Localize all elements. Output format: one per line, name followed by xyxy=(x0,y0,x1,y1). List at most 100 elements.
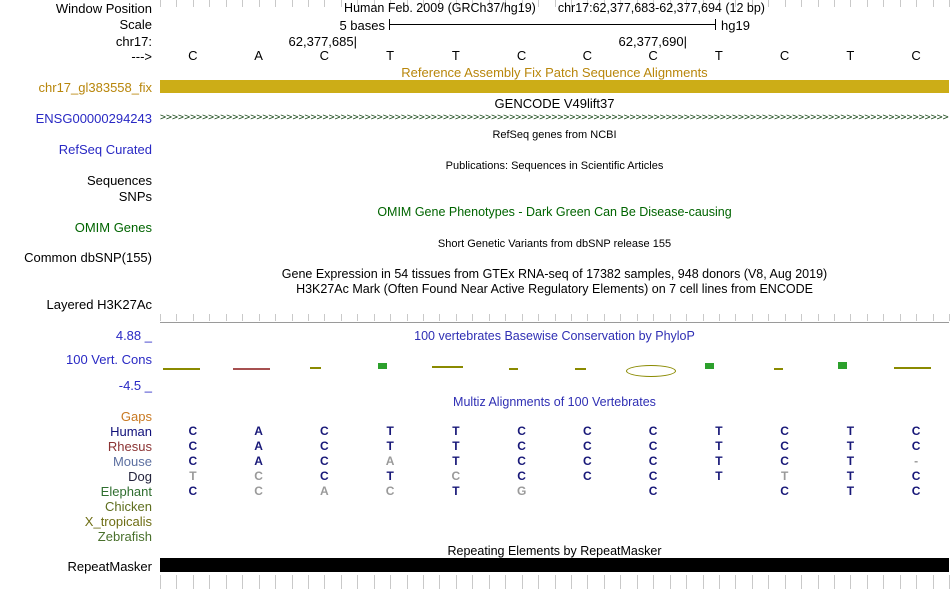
alignment-base xyxy=(752,529,818,544)
alignment-base: C xyxy=(648,454,658,468)
scale-value: 5 bases xyxy=(339,18,385,33)
reference-base: C xyxy=(319,48,330,63)
alignment-base: T xyxy=(452,439,460,453)
track-left-label[interactable]: Common dbSNP(155) xyxy=(0,251,152,264)
alignment-base: T xyxy=(386,469,394,483)
alignment-base: G xyxy=(516,484,527,498)
species-label[interactable]: Human xyxy=(0,425,152,438)
reference-base: C xyxy=(188,48,198,63)
alignment-row-dog: TCCTCCCCTTTC xyxy=(160,469,949,484)
reference-base: A xyxy=(254,48,263,63)
repeatmasker-title[interactable]: Repeating Elements by RepeatMasker xyxy=(160,545,949,558)
alignment-base: T xyxy=(846,454,855,468)
track-left-label[interactable]: OMIM Genes xyxy=(0,221,152,234)
ruler-tick xyxy=(225,314,227,321)
ruler-tick xyxy=(718,314,720,321)
track-left-label[interactable]: RefSeq Curated xyxy=(0,143,152,156)
alignment-base: T xyxy=(452,424,460,438)
gtex-title[interactable]: Gene Expression in 54 tissues from GTEx … xyxy=(160,268,949,281)
alignment-base: C xyxy=(320,439,329,453)
ruler-tick xyxy=(718,575,720,589)
alignment-base: A xyxy=(254,424,263,438)
multiz-title[interactable]: Multiz Alignments of 100 Vertebrates xyxy=(160,396,949,409)
alignment-base xyxy=(489,499,555,514)
track-left-label[interactable]: -4.5 _ xyxy=(0,379,152,392)
gencode-gene-bar[interactable]: >>>>>>>>>>>>>>>>>>>>>>>>>>>>>>>>>>>>>>>>… xyxy=(160,111,949,124)
fix-patch-title[interactable]: Reference Assembly Fix Patch Sequence Al… xyxy=(160,66,949,79)
ruler-tick xyxy=(653,314,655,321)
ruler-tick xyxy=(554,314,556,321)
ruler-tick xyxy=(192,314,194,321)
alignment-base: T xyxy=(846,424,855,438)
alignment-base xyxy=(883,529,949,544)
assembly-title: Human Feb. 2009 (GRCh37/hg19) xyxy=(344,1,536,15)
track-left-label[interactable]: Sequences xyxy=(0,174,152,187)
track-left-label[interactable]: ---> xyxy=(0,50,152,63)
phylop-title[interactable]: 100 vertebrates Basewise Conservation by… xyxy=(160,330,949,343)
track-left-label[interactable]: Window Position xyxy=(0,2,152,15)
fix-patch-bar[interactable] xyxy=(160,80,949,93)
phylop-mark xyxy=(575,368,586,370)
dbsnp-title[interactable]: Short Genetic Variants from dbSNP releas… xyxy=(160,238,949,251)
phylop-mark xyxy=(838,362,847,369)
alignment-row-zebrafish xyxy=(160,529,949,544)
species-label[interactable]: Chicken xyxy=(0,500,152,513)
species-label[interactable]: Mouse xyxy=(0,455,152,468)
ruler-tick xyxy=(472,575,474,589)
ruler-tick xyxy=(307,314,309,321)
alignment-base xyxy=(818,499,884,514)
track-left-label[interactable]: RepeatMasker xyxy=(0,560,152,573)
track-left-label[interactable]: ENSG00000294243 xyxy=(0,112,152,125)
alignment-base xyxy=(160,529,226,544)
ruler-tick xyxy=(916,314,918,321)
ruler-tick xyxy=(686,575,688,589)
alignment-base: T xyxy=(715,424,723,438)
reference-base: C xyxy=(516,48,527,63)
alignment-base: T xyxy=(386,424,394,438)
species-label[interactable]: X_tropicalis xyxy=(0,515,152,528)
phylop-mark xyxy=(705,363,714,369)
alignment-row-x_tropicalis xyxy=(160,514,949,529)
species-label[interactable]: Elephant xyxy=(0,485,152,498)
ruler-tick xyxy=(291,575,293,589)
track-left-label[interactable]: Layered H3K27Ac xyxy=(0,298,152,311)
alignment-base: C xyxy=(517,469,526,483)
ruler-tick xyxy=(587,575,589,589)
species-label[interactable]: Zebrafish xyxy=(0,530,152,543)
ruler-tick xyxy=(620,314,622,321)
track-left-label[interactable]: chr17: xyxy=(0,35,152,48)
track-left-label[interactable]: Scale xyxy=(0,18,152,31)
ruler-tick xyxy=(735,575,737,589)
gencode-title[interactable]: GENCODE V49lift37 xyxy=(160,97,949,110)
ruler-tick xyxy=(801,575,803,589)
genome-browser-image[interactable]: Human Feb. 2009 (GRCh37/hg19) chr17:62,3… xyxy=(0,0,950,590)
alignment-base: C xyxy=(385,484,395,498)
omim-title[interactable]: OMIM Gene Phenotypes - Dark Green Can Be… xyxy=(160,206,949,219)
alignment-base xyxy=(686,499,752,514)
alignment-base xyxy=(226,514,292,529)
ruler-tick xyxy=(932,314,934,321)
ruler-tick xyxy=(390,575,392,589)
track-left-label[interactable]: chr17_gl383558_fix xyxy=(0,81,152,94)
species-label[interactable]: Dog xyxy=(0,470,152,483)
h3k27ac-title[interactable]: H3K27Ac Mark (Often Found Near Active Re… xyxy=(160,283,949,296)
track-left-label[interactable]: 4.88 _ xyxy=(0,329,152,342)
ruler-tick xyxy=(439,314,441,321)
repeatmasker-bar[interactable] xyxy=(160,558,949,572)
publications-title[interactable]: Publications: Sequences in Scientific Ar… xyxy=(160,160,949,173)
alignment-base: C xyxy=(517,439,526,453)
ruler-tick xyxy=(373,314,375,321)
alignment-base xyxy=(357,499,423,514)
alignment-base xyxy=(423,529,489,544)
alignment-base: C xyxy=(648,469,658,483)
alignment-base: C xyxy=(517,454,526,468)
track-left-label[interactable]: SNPs xyxy=(0,190,152,203)
track-left-label[interactable]: Gaps xyxy=(0,410,152,423)
ruler-tick xyxy=(669,575,671,589)
track-left-label[interactable]: 100 Vert. Cons xyxy=(0,353,152,366)
species-label[interactable]: Rhesus xyxy=(0,440,152,453)
ruler-tick xyxy=(209,575,211,589)
alignment-row-chicken xyxy=(160,499,949,514)
alignment-base xyxy=(818,529,884,544)
refseq-title[interactable]: RefSeq genes from NCBI xyxy=(160,129,949,142)
